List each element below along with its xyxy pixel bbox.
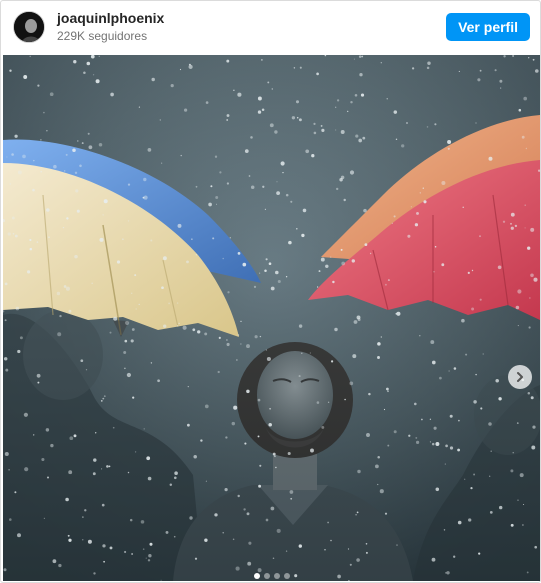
carousel-dot (253, 573, 260, 579)
carousel-indicator (1, 573, 540, 579)
carousel-dot (263, 573, 270, 579)
chevron-right-icon (517, 372, 523, 382)
post-image[interactable] (3, 55, 540, 581)
carousel-dot (283, 573, 290, 579)
avatar[interactable] (13, 11, 45, 43)
post-header: joaquinlphoenix 229K seguidores Ver perf… (1, 1, 540, 53)
follower-count: 229K seguidores (57, 29, 148, 43)
carousel-dot (273, 573, 280, 579)
view-profile-button[interactable]: Ver perfil (446, 13, 530, 41)
post-card: joaquinlphoenix 229K seguidores Ver perf… (0, 0, 541, 583)
user-block: joaquinlphoenix 229K seguidores (57, 10, 164, 44)
username[interactable]: joaquinlphoenix (57, 10, 164, 27)
rain-scene-image (3, 55, 540, 581)
next-image-button[interactable] (508, 365, 532, 389)
